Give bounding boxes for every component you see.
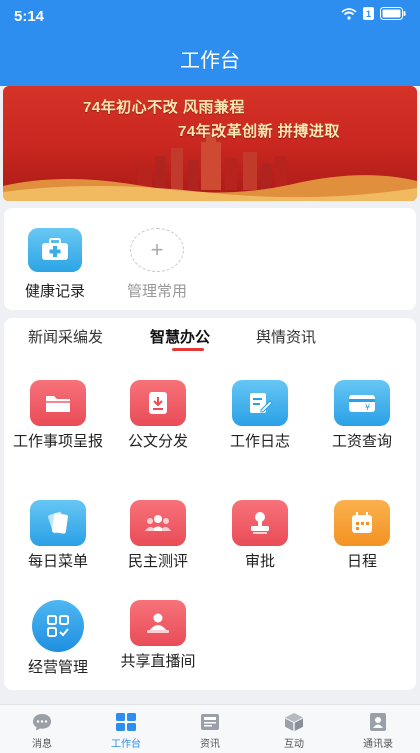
app-shared-live-room[interactable]: 共享直播间	[108, 600, 208, 671]
manage-common-button[interactable]: + 管理常用	[112, 228, 202, 301]
battery-icon	[380, 7, 406, 20]
nav-label: 互动	[284, 739, 304, 750]
app-label: 每日菜单	[27, 553, 88, 570]
nav-news[interactable]: 资讯	[168, 711, 252, 750]
edit-log-icon	[232, 380, 288, 426]
nav-workbench[interactable]: 工作台	[84, 711, 168, 750]
app-label: 审批	[244, 553, 275, 570]
nav-label: 消息	[32, 739, 52, 750]
presenter-icon	[130, 600, 186, 646]
app-document-distribution[interactable]: 公文分发	[108, 380, 208, 451]
page-title: 工作台	[180, 50, 240, 72]
app-approval[interactable]: 审批	[210, 500, 310, 571]
nav-label: 工作台	[111, 739, 141, 750]
chat-icon	[30, 711, 54, 733]
salary-card-icon: ¥	[334, 380, 390, 426]
plus-icon: +	[130, 228, 184, 272]
app-label: 公文分发	[127, 433, 188, 450]
banner-slogan-2: 74年改革创新 拼搏进取	[178, 123, 340, 140]
top-header: 5:14 1 工作台	[0, 0, 420, 86]
people-group-icon	[130, 500, 186, 546]
first-aid-kit-icon	[28, 228, 82, 272]
wifi-icon	[341, 7, 357, 20]
document-download-icon	[130, 380, 186, 426]
nav-label: 资讯	[200, 739, 220, 750]
app-work-report[interactable]: 工作事项呈报	[8, 380, 108, 451]
promo-banner[interactable]: 74年初心不改 风雨兼程 74年改革创新 拼搏进取	[3, 86, 417, 201]
status-icons: 1	[341, 7, 406, 20]
workbench-grid-icon	[114, 711, 138, 733]
cube-icon	[282, 711, 306, 733]
app-salary-query[interactable]: ¥ 工资查询	[312, 380, 412, 451]
folder-icon	[30, 380, 86, 426]
tab-public-opinion[interactable]: 舆情资讯	[256, 326, 316, 347]
active-tab-indicator	[172, 348, 204, 351]
stamp-icon	[232, 500, 288, 546]
menu-cards-icon	[30, 500, 86, 546]
nav-interaction[interactable]: 互动	[252, 711, 336, 750]
app-label: 经营管理	[27, 659, 88, 676]
app-label: 民主测评	[127, 553, 188, 570]
news-icon	[198, 711, 222, 733]
status-bar: 5:14 1	[0, 0, 420, 32]
nav-contacts[interactable]: 通讯录	[336, 711, 420, 750]
sim-label: 1	[365, 8, 371, 19]
app-democratic-evaluation[interactable]: 民主测评	[108, 500, 208, 571]
apps-tab-card: 新闻采编发 智慧办公 舆情资讯 工作事项呈报 公文分发 工作日志 ¥ 工资查询 …	[4, 318, 416, 690]
calendar-icon	[334, 500, 390, 546]
common-item-health-record[interactable]: 健康记录	[10, 228, 100, 301]
grid-check-icon	[32, 600, 84, 652]
app-work-log[interactable]: 工作日志	[210, 380, 310, 451]
svg-text:¥: ¥	[365, 403, 370, 412]
common-item-label: 管理常用	[126, 283, 187, 300]
app-business-management[interactable]: 经营管理	[8, 600, 108, 677]
app-schedule[interactable]: 日程	[312, 500, 412, 571]
tab-smart-office[interactable]: 智慧办公	[150, 326, 210, 347]
app-daily-menu[interactable]: 每日菜单	[8, 500, 108, 571]
bottom-navigation: 消息 工作台 资讯 互动 通讯录	[0, 704, 420, 753]
sim-icon: 1	[363, 7, 374, 20]
common-item-label: 健康记录	[24, 283, 85, 300]
contacts-icon	[366, 711, 390, 733]
app-label: 日程	[346, 553, 377, 570]
status-time: 5:14	[14, 8, 45, 25]
nav-label: 通讯录	[363, 739, 393, 750]
app-label: 工作事项呈报	[12, 433, 103, 450]
banner-slogan-1: 74年初心不改 风雨兼程	[83, 99, 245, 116]
tab-news-editing[interactable]: 新闻采编发	[28, 326, 103, 347]
nav-messages[interactable]: 消息	[0, 711, 84, 750]
common-apps-card: 健康记录 + 管理常用	[4, 208, 416, 310]
app-label: 工作日志	[229, 433, 290, 450]
app-label: 工资查询	[331, 433, 392, 450]
app-label: 共享直播间	[120, 653, 196, 670]
